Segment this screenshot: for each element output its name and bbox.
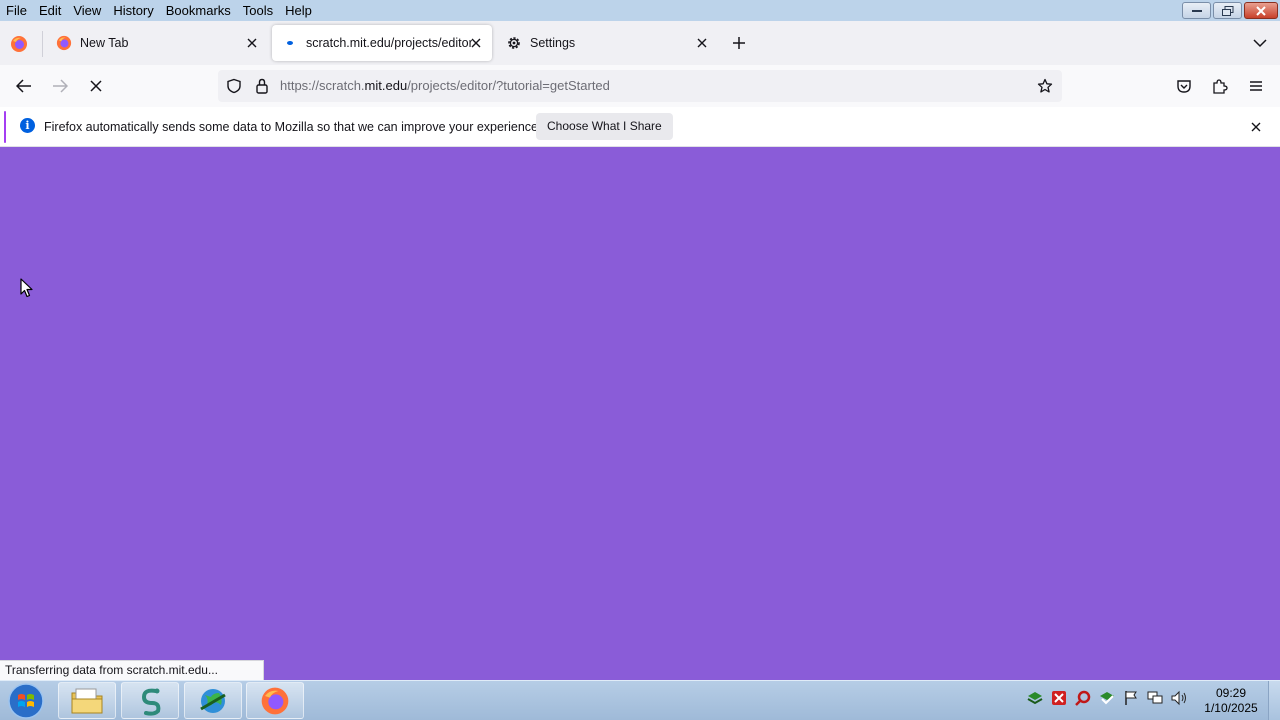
volume-tray-icon[interactable]	[1170, 689, 1188, 707]
clock-time: 09:29	[1215, 686, 1247, 700]
loading-dot-icon	[287, 41, 293, 45]
taskbar: 09:29 1/10/2025	[0, 680, 1280, 720]
menu-bookmarks[interactable]: Bookmarks	[160, 0, 237, 21]
close-icon	[247, 38, 257, 48]
search-tray-icon[interactable]	[1074, 689, 1092, 707]
tab-title: Settings	[530, 36, 576, 50]
forward-button[interactable]	[47, 73, 73, 99]
url-text[interactable]: https://scratch.mit.edu/projects/editor/…	[280, 78, 610, 93]
close-tray-icon[interactable]	[1050, 689, 1068, 707]
windows-logo-icon	[8, 683, 44, 719]
tab-strip: New Tab scratch.mit.edu/projects/editor …	[0, 21, 1280, 65]
close-icon	[1251, 122, 1261, 132]
pocket-button[interactable]	[1171, 73, 1197, 99]
tab-title: New Tab	[80, 36, 129, 50]
menu-help[interactable]: Help	[279, 0, 318, 21]
tab-title: scratch.mit.edu/projects/editor	[306, 36, 472, 50]
mouse-cursor-icon	[20, 278, 33, 298]
monitor-tray-icon[interactable]	[1146, 689, 1164, 707]
new-tab-button[interactable]	[728, 32, 750, 54]
menu-file[interactable]: File	[0, 0, 33, 21]
url-prefix: https://scratch.	[280, 78, 365, 93]
stop-icon	[90, 80, 102, 92]
check-tray-icon[interactable]	[1098, 689, 1116, 707]
network-tray-icon[interactable]	[1026, 689, 1044, 707]
taskbar-snake-app[interactable]	[121, 682, 179, 719]
taskbar-clock[interactable]: 09:29 1/10/2025	[1196, 686, 1266, 716]
window-close-button[interactable]	[1244, 2, 1278, 19]
status-panel: Transferring data from scratch.mit.edu..…	[0, 660, 264, 680]
plus-icon	[733, 37, 745, 49]
tab-separator	[42, 31, 43, 57]
taskbar-globe-app[interactable]	[184, 682, 242, 719]
star-icon[interactable]	[1037, 78, 1053, 94]
taskbar-firefox[interactable]	[246, 682, 304, 719]
tab-settings[interactable]: Settings	[496, 25, 718, 61]
tab-scratch-editor[interactable]: scratch.mit.edu/projects/editor	[272, 25, 492, 61]
system-tray	[1026, 689, 1188, 707]
url-host: mit.edu	[364, 78, 408, 93]
url-path: /projects/editor/?tutorial=getStarted	[407, 78, 610, 93]
start-button[interactable]	[4, 682, 48, 720]
notification-close-button[interactable]	[1247, 118, 1265, 136]
chevron-down-icon	[1253, 39, 1267, 48]
arrow-right-icon	[53, 79, 68, 93]
clock-date: 1/10/2025	[1204, 701, 1258, 715]
app-menu-button[interactable]	[1243, 73, 1269, 99]
puzzle-icon	[1213, 79, 1228, 94]
close-icon	[697, 38, 707, 48]
pocket-icon	[1177, 79, 1191, 93]
close-icon	[1256, 5, 1266, 16]
close-icon	[471, 38, 481, 48]
arrow-left-icon	[16, 79, 31, 93]
restore-icon	[1221, 5, 1233, 16]
tab-close-button[interactable]	[468, 35, 484, 51]
flag-tray-icon[interactable]	[1122, 689, 1140, 707]
menu-bar: File Edit View History Bookmarks Tools H…	[0, 0, 1280, 21]
tab-close-button[interactable]	[244, 35, 260, 51]
menu-edit[interactable]: Edit	[33, 0, 67, 21]
restore-button[interactable]	[1213, 2, 1242, 19]
stop-button[interactable]	[83, 73, 109, 99]
shield-icon[interactable]	[226, 78, 242, 94]
choose-what-i-share-button[interactable]: Choose What I Share	[536, 113, 673, 140]
url-bar[interactable]: https://scratch.mit.edu/projects/editor/…	[218, 70, 1062, 102]
taskbar-file-explorer[interactable]	[58, 682, 116, 719]
show-desktop-button[interactable]	[1268, 681, 1280, 720]
firefox-icon	[261, 687, 289, 714]
list-all-tabs-button[interactable]	[1250, 33, 1270, 53]
globe-download-icon	[200, 688, 226, 713]
tab-new-tab[interactable]: New Tab	[46, 25, 268, 61]
lock-icon[interactable]	[255, 78, 269, 94]
menu-view[interactable]: View	[67, 0, 107, 21]
notification-bar: i Firefox automatically sends some data …	[0, 107, 1280, 147]
tab-close-button[interactable]	[694, 35, 710, 51]
menu-tools[interactable]: Tools	[237, 0, 279, 21]
firefox-icon	[56, 35, 72, 51]
extensions-button[interactable]	[1207, 73, 1233, 99]
firefox-icon[interactable]	[10, 35, 28, 53]
menu-history[interactable]: History	[107, 0, 159, 21]
notification-message: Firefox automatically sends some data to…	[44, 120, 542, 134]
info-icon: i	[20, 118, 35, 133]
file-explorer-icon	[71, 688, 103, 713]
minimize-icon	[1191, 9, 1202, 12]
minimize-button[interactable]	[1182, 2, 1211, 19]
snake-app-icon	[141, 688, 161, 716]
hamburger-menu-icon	[1250, 81, 1262, 91]
navigation-toolbar: https://scratch.mit.edu/projects/editor/…	[0, 65, 1280, 107]
page-content[interactable]	[0, 148, 1280, 680]
notification-accent	[4, 111, 6, 143]
window-controls	[1182, 2, 1278, 19]
gear-icon	[508, 37, 520, 49]
back-button[interactable]	[11, 73, 37, 99]
